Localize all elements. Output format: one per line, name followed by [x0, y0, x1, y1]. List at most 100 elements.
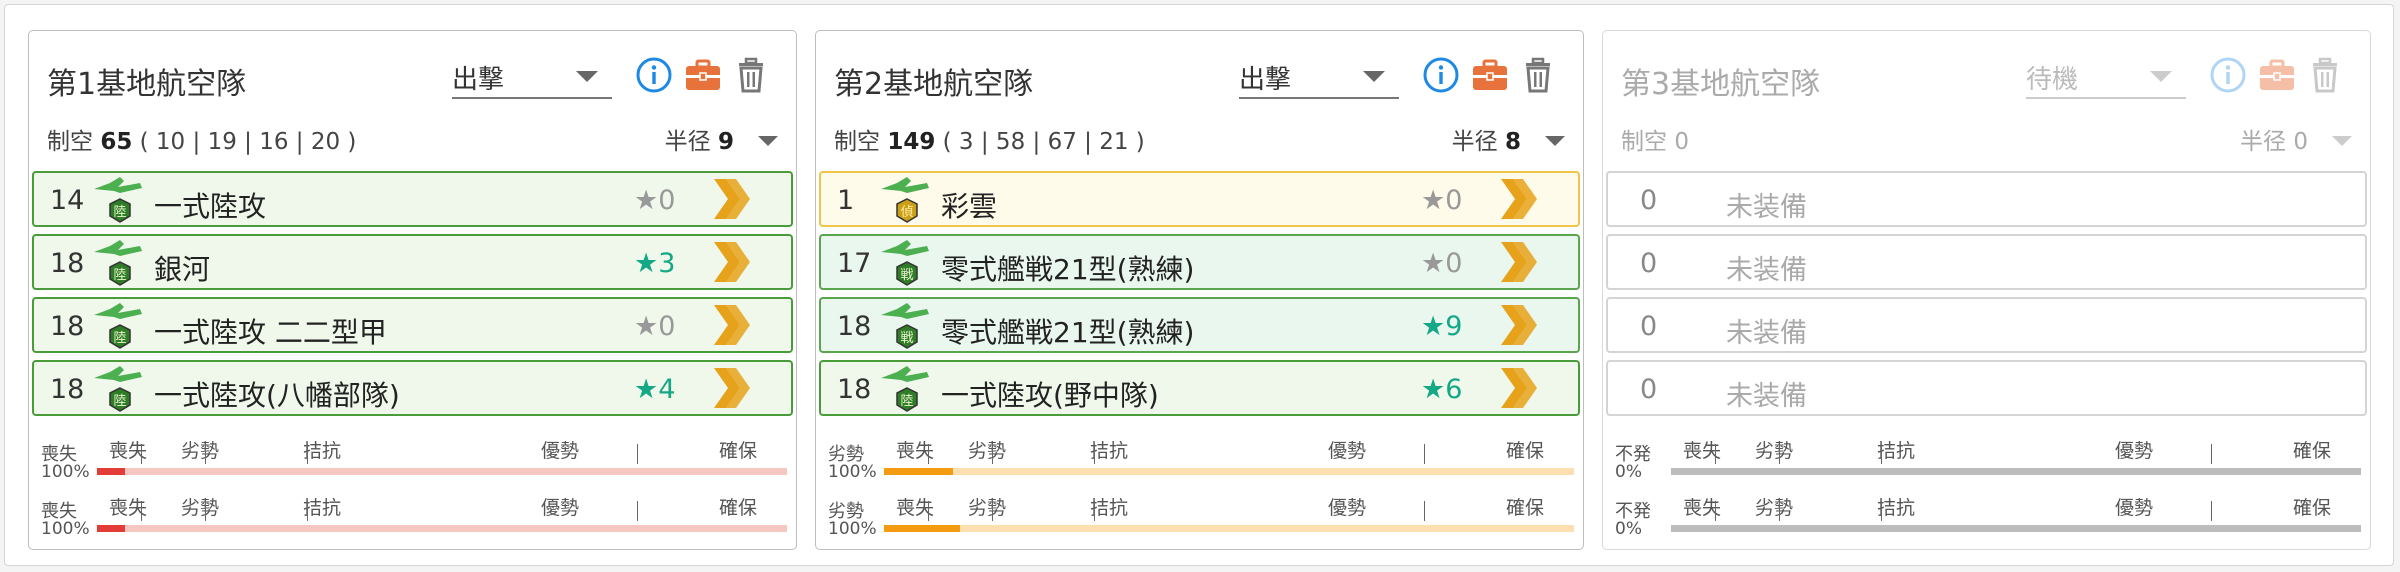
- trash-icon[interactable]: [2305, 55, 2345, 95]
- air-state-scale: 喪失 劣勢 拮抗 優勢 確保: [1671, 436, 2361, 464]
- briefcase-icon[interactable]: [2257, 55, 2297, 95]
- equipment-slot[interactable]: 0 未装備: [1606, 171, 2367, 227]
- radius-chevron-down-icon[interactable]: [2332, 136, 2352, 146]
- equipment-slot[interactable]: 1 偵 彩雲 ★0: [819, 171, 1580, 227]
- equipment-slot[interactable]: 17 戦 零式艦戦21型(熟練) ★0: [819, 234, 1580, 290]
- equipment-slot[interactable]: 18 陸 一式陸攻(八幡部隊) ★4: [32, 360, 793, 416]
- equipment-slot[interactable]: 14 陸 一式陸攻 ★0: [32, 171, 793, 227]
- scale-tick: [1779, 501, 1780, 521]
- equipment-slot[interactable]: 18 陸 銀河 ★3: [32, 234, 793, 290]
- scale-tick: [307, 444, 308, 464]
- equipment-slot[interactable]: 18 陸 一式陸攻 二二型甲 ★0: [32, 297, 793, 353]
- scale-tick: [307, 501, 308, 521]
- scale-tick: [141, 501, 142, 521]
- scale-tick: [1779, 444, 1780, 464]
- air-state-percent: 100%: [41, 519, 90, 539]
- air-power-label: 制空: [834, 129, 880, 155]
- svg-text:陸: 陸: [113, 330, 126, 346]
- svg-text:陸: 陸: [113, 204, 126, 220]
- scale-label: 拮抗: [1090, 497, 1129, 519]
- scale-tick: [992, 501, 993, 521]
- scale-label: 拮抗: [303, 497, 342, 519]
- proficiency-chevron-icon: [1497, 175, 1537, 223]
- scale-label: 劣勢: [181, 497, 220, 519]
- proficiency-chevron-icon: [710, 175, 750, 223]
- proficiency-chevron-icon: [710, 301, 750, 349]
- scale-tick: [1424, 444, 1425, 464]
- air-state-track: [884, 468, 1574, 475]
- air-state-percent: 0%: [1615, 462, 1642, 482]
- air-state-bar: 喪失 100% 喪失 劣勢 拮抗 優勢 確保: [29, 436, 798, 486]
- scale-label: 劣勢: [1755, 497, 1794, 519]
- air-state-percent: 0%: [1615, 519, 1642, 539]
- slot-count: 0: [1640, 311, 1658, 342]
- equipment-slot[interactable]: 18 戦 零式艦戦21型(熟練) ★9: [819, 297, 1580, 353]
- air-state-track: [97, 525, 787, 532]
- air-state-bar: 喪失 100% 喪失 劣勢 拮抗 優勢 確保: [29, 493, 798, 543]
- equipment-name: 未装備: [1726, 255, 1807, 286]
- equipment-slot[interactable]: 0 未装備: [1606, 360, 2367, 416]
- briefcase-icon[interactable]: [683, 55, 723, 95]
- air-corps-panel-1: 第1基地航空隊 出撃 制空 65 ( 10 | 19 | 16 | 20 ) 半径 9…: [28, 30, 797, 550]
- slot-count: 17: [837, 248, 872, 279]
- scale-tick: [1715, 501, 1716, 521]
- mode-select[interactable]: 出撃: [1239, 53, 1399, 99]
- svg-text:戦: 戦: [900, 331, 913, 346]
- scale-label: 優勢: [2115, 440, 2154, 462]
- corps-title: 第1基地航空隊: [47, 67, 247, 102]
- radius-label: 半径: [2240, 129, 2287, 155]
- air-state-percent: 100%: [828, 462, 877, 482]
- scale-label: 劣勢: [181, 440, 220, 462]
- scale-label: 確保: [2293, 440, 2332, 462]
- chevron-down-icon: [2150, 71, 2172, 82]
- scale-label: 拮抗: [303, 440, 342, 462]
- air-state-fill: [97, 468, 125, 475]
- equipment-name: 未装備: [1726, 381, 1807, 412]
- scale-label: 確保: [1506, 440, 1545, 462]
- slot-count: 18: [837, 311, 872, 342]
- air-power-stats: 制空 0: [1621, 122, 1689, 156]
- equipment-slot[interactable]: 0 未装備: [1606, 234, 2367, 290]
- radius-value: 9: [717, 129, 734, 155]
- scale-label: 拮抗: [1877, 440, 1916, 462]
- briefcase-icon[interactable]: [1470, 55, 1510, 95]
- improvement-star: ★9: [1421, 311, 1463, 342]
- equipment-name: 一式陸攻: [154, 190, 267, 223]
- info-icon[interactable]: [1421, 55, 1461, 95]
- trash-icon[interactable]: [731, 55, 771, 95]
- radius-chevron-down-icon[interactable]: [758, 136, 778, 146]
- scale-label: 確保: [719, 497, 758, 519]
- scale-tick: [2211, 444, 2212, 464]
- scale-tick: [1094, 501, 1095, 521]
- trash-icon[interactable]: [1518, 55, 1558, 95]
- equipment-name: 未装備: [1726, 318, 1807, 349]
- radius-chevron-down-icon[interactable]: [1545, 136, 1565, 146]
- air-power-stats: 制空 149 ( 3 | 58 | 67 | 21 ): [834, 122, 1145, 156]
- chevron-down-icon: [576, 71, 598, 82]
- info-icon[interactable]: [2208, 55, 2248, 95]
- mode-select[interactable]: 待機: [2026, 53, 2186, 99]
- scale-tick: [928, 501, 929, 521]
- scale-label: 確保: [2293, 497, 2332, 519]
- air-state-scale: 喪失 劣勢 拮抗 優勢 確保: [97, 493, 787, 521]
- mode-select[interactable]: 出撃: [452, 53, 612, 99]
- slot-count: 1: [837, 185, 855, 216]
- info-icon[interactable]: [634, 55, 674, 95]
- recon-plane-icon: 偵: [877, 173, 933, 229]
- scale-tick: [637, 444, 638, 464]
- land-attacker-icon: 陸: [90, 362, 146, 418]
- improvement-star: ★0: [634, 311, 676, 342]
- equipment-slot[interactable]: 18 陸 一式陸攻(野中隊) ★6: [819, 360, 1580, 416]
- air-corps-panel-3: 第3基地航空隊 待機 制空 0 半径 0 0 未装備 0 未装備 0 未装備 0 未装備 不発 0% 喪失…: [1602, 30, 2371, 550]
- air-power-detail: ( 3 | 58 | 67 | 21 ): [942, 129, 1145, 155]
- slot-count: 18: [837, 374, 872, 405]
- land-attacker-icon: 陸: [877, 362, 933, 418]
- air-state-track: [1671, 468, 2361, 475]
- svg-text:戦: 戦: [900, 268, 913, 283]
- air-state-scale: 喪失 劣勢 拮抗 優勢 確保: [884, 436, 1574, 464]
- proficiency-chevron-icon: [710, 364, 750, 412]
- equipment-slot[interactable]: 0 未装備: [1606, 297, 2367, 353]
- radius-value: 8: [1504, 129, 1521, 155]
- slot-count: 14: [50, 185, 85, 216]
- equipment-name: 彩雲: [941, 190, 998, 223]
